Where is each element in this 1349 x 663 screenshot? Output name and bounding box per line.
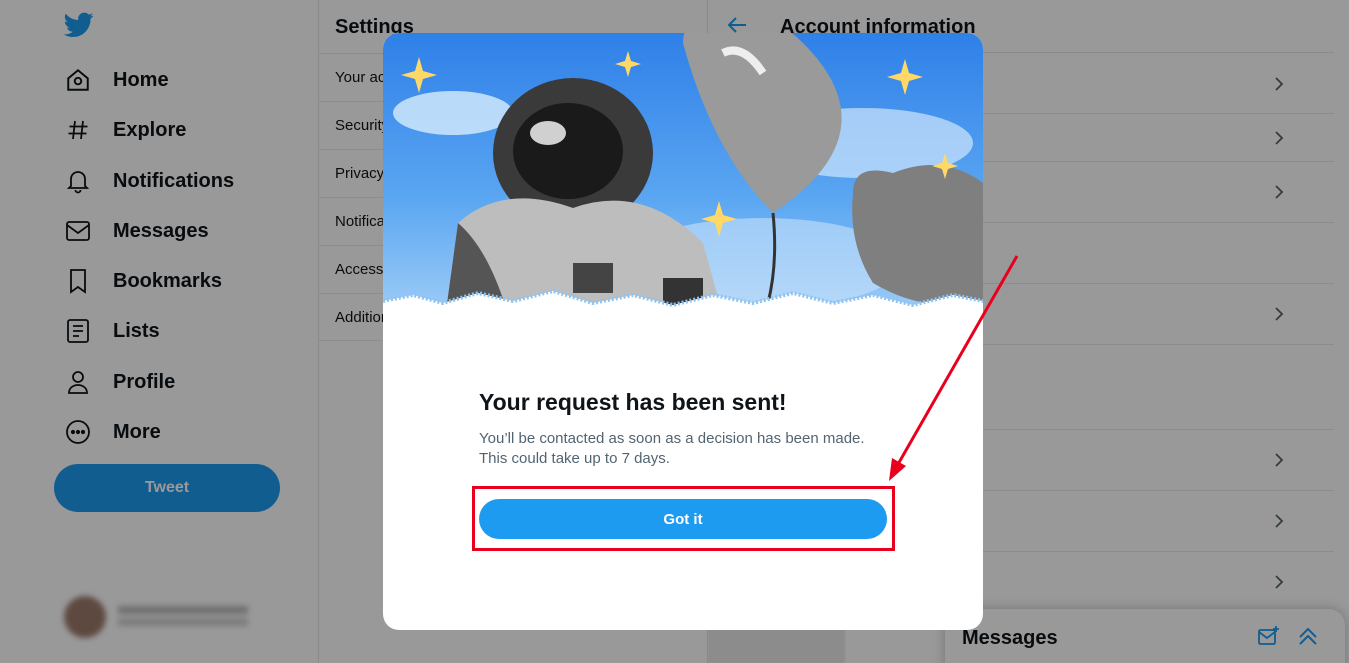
dialog-message: You’ll be contacted as soon as a decisio… [479,430,865,467]
astronaut-balloon-illustration [383,33,983,333]
dialog-title: Your request has been sent! [479,389,787,415]
highlight-annotation [472,486,895,551]
